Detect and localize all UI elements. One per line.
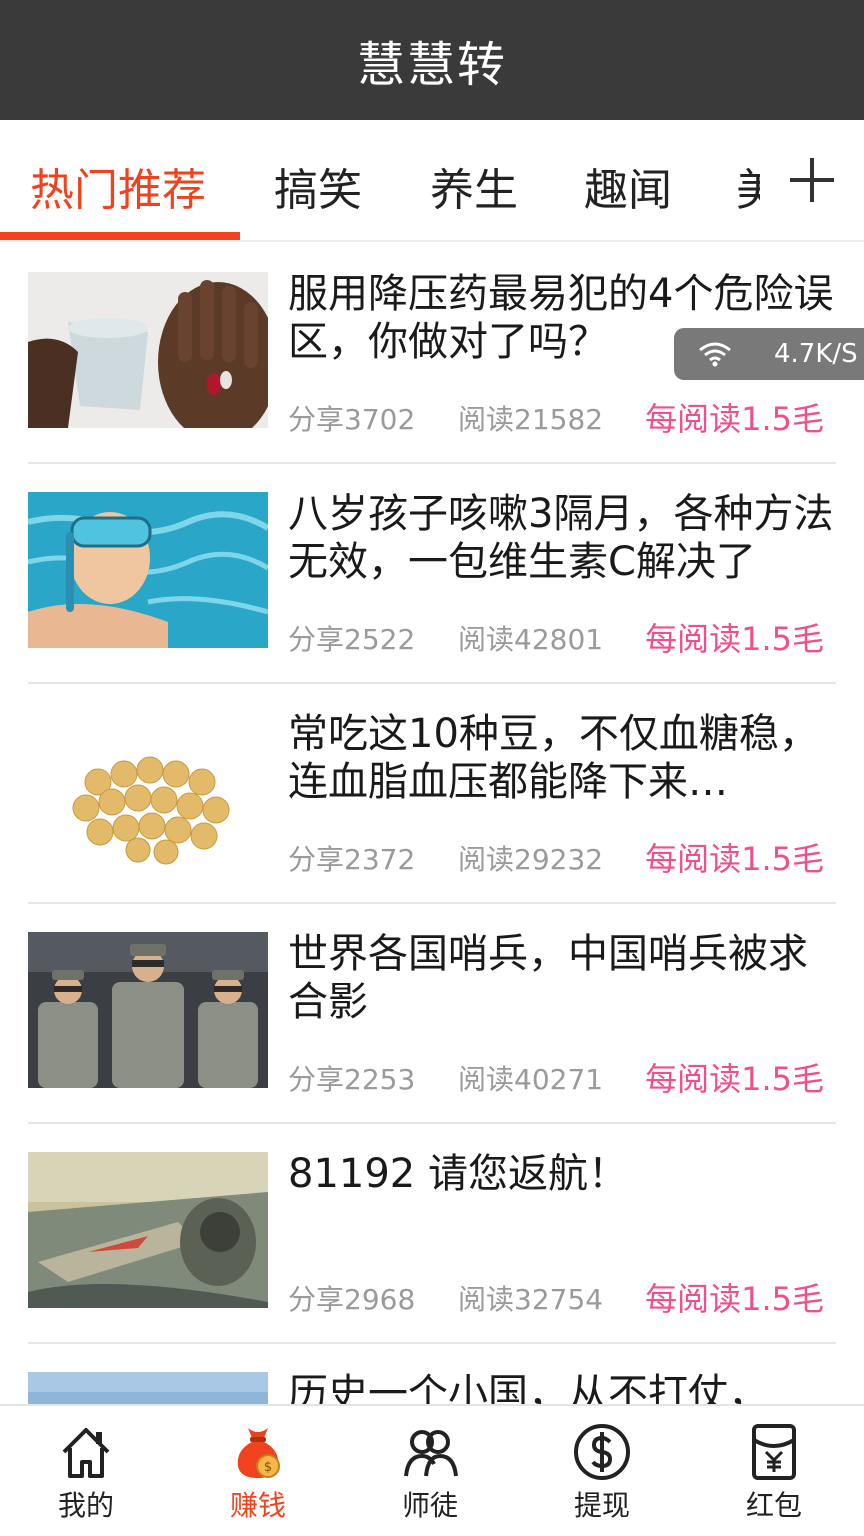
article-thumbnail [28,1152,268,1308]
tab-partial[interactable]: 美 [736,154,760,214]
tab-trivia[interactable]: 趣闻 [584,154,672,218]
red-envelope-icon [752,1424,796,1480]
article-title[interactable]: 八岁孩子咳嗽3隔月，各种方法无效，一包维生素C解决了 [288,490,836,586]
read-count: 阅读42801 [458,623,604,656]
article-thumbnail [28,492,268,648]
article-title[interactable]: 常吃这10种豆，不仅血糖稳，连血脂血压都能降下来… [288,710,836,806]
article-item[interactable]: 世界各国哨兵，中国哨兵被求合影 分享2253 阅读40271 每阅读1.5毛 [28,904,836,1124]
read-count: 阅读29232 [458,843,604,876]
nav-mentorship[interactable]: 师徒 [344,1406,516,1536]
article-title[interactable]: 81192 请您返航！ [288,1150,836,1198]
money-bag-icon: $ [237,1428,280,1478]
nav-label: 红包 [745,1489,802,1522]
nav-withdraw[interactable]: 提现 [516,1406,688,1536]
reward-rate: 每阅读1.5毛 [645,1280,824,1318]
tab-health[interactable]: 养生 [430,154,518,218]
dollar-coin-icon [574,1424,630,1480]
plus-icon [790,158,834,202]
app-header: 慧慧转 [0,0,864,120]
app-title: 慧慧转 [356,37,507,93]
nav-label: 提现 [573,1489,630,1522]
home-icon [62,1428,110,1478]
category-tab-bar: 热门推荐 搞笑 养生 趣闻 美 [0,120,864,242]
reward-rate: 每阅读1.5毛 [645,840,824,878]
bottom-nav: 我的 $ 赚钱 师徒 提现 红包 [0,1404,864,1536]
nav-label: 赚钱 [229,1489,286,1522]
article-item[interactable]: 八岁孩子咳嗽3隔月，各种方法无效，一包维生素C解决了 分享2522 阅读4280… [28,464,836,684]
read-count: 阅读40271 [458,1063,604,1096]
share-count: 分享3702 [288,403,416,436]
share-count: 分享2253 [288,1063,416,1096]
active-tab-indicator [0,232,240,240]
share-count: 分享2372 [288,843,416,876]
svg-text:$: $ [264,1460,272,1475]
article-title[interactable]: 世界各国哨兵，中国哨兵被求合影 [288,930,836,1026]
article-thumbnail [28,932,268,1088]
add-tab-button[interactable] [760,120,864,240]
nav-label: 我的 [57,1489,114,1522]
article-item[interactable]: 常吃这10种豆，不仅血糖稳，连血脂血压都能降下来… 分享2372 阅读29232… [28,684,836,904]
article-title[interactable]: 历史一个小国，从不打仗， [288,1370,836,1404]
reward-rate: 每阅读1.5毛 [645,620,824,658]
network-speed-badge: 4.7K/S [674,328,864,380]
users-icon [404,1430,458,1477]
tab-hot-recommend[interactable]: 热门推荐 [30,154,206,218]
article-feed[interactable]: 服用降压药最易犯的4个危险误区，你做对了吗？ 分享3702 阅读21582 每阅… [0,244,864,1404]
share-count: 分享2968 [288,1283,416,1316]
wifi-icon [699,342,731,367]
reward-rate: 每阅读1.5毛 [645,1060,824,1098]
nav-earn[interactable]: $ 赚钱 [172,1406,344,1536]
tab-funny[interactable]: 搞笑 [274,154,362,218]
read-count: 阅读32754 [458,1283,604,1316]
read-count: 阅读21582 [458,403,604,436]
network-speed-text: 4.7K/S [774,339,858,369]
article-item[interactable]: 81192 请您返航！ 分享2968 阅读32754 每阅读1.5毛 [28,1124,836,1344]
article-thumbnail [28,272,268,428]
article-thumbnail [28,1372,268,1404]
reward-rate: 每阅读1.5毛 [645,400,824,438]
share-count: 分享2522 [288,623,416,656]
article-item[interactable]: 历史一个小国，从不打仗， [28,1344,836,1404]
nav-mine[interactable]: 我的 [0,1406,172,1536]
article-thumbnail [28,712,268,868]
nav-label: 师徒 [401,1489,458,1522]
nav-red-envelope[interactable]: 红包 [688,1406,860,1536]
